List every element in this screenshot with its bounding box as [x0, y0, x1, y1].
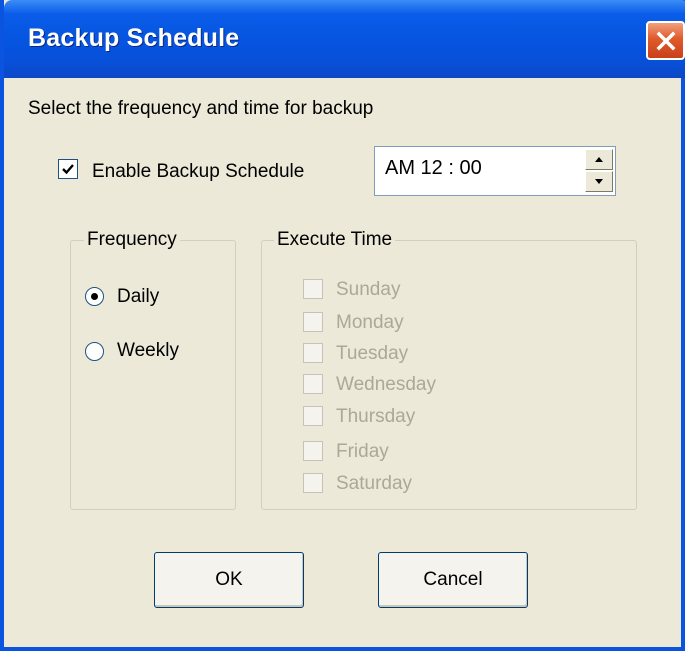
close-icon	[656, 31, 675, 50]
saturday-label: Saturday	[336, 473, 413, 494]
window-title: Backup Schedule	[28, 24, 240, 52]
monday-label: Monday	[336, 312, 404, 333]
wednesday-checkbox[interactable]	[303, 374, 323, 394]
spinner-buttons	[585, 149, 613, 193]
weekly-label[interactable]: Weekly	[117, 340, 179, 362]
thursday-label: Thursday	[336, 406, 416, 427]
radio-selected-dot	[91, 293, 98, 300]
weekly-radio[interactable]	[85, 342, 104, 361]
daily-radio[interactable]	[85, 287, 104, 306]
frequency-group	[70, 240, 236, 510]
monday-checkbox[interactable]	[303, 312, 323, 332]
arrow-up-icon	[595, 157, 603, 162]
tuesday-label: Tuesday	[336, 343, 409, 364]
cancel-button[interactable]: Cancel	[378, 552, 528, 608]
sunday-label: Sunday	[336, 279, 401, 300]
ok-button[interactable]: OK	[154, 552, 304, 608]
time-spinner[interactable]: AM 12 : 00	[374, 146, 616, 196]
title-bar[interactable]: Backup Schedule	[4, 0, 685, 78]
checkmark-icon	[62, 164, 74, 175]
spin-down-button[interactable]	[585, 171, 613, 192]
friday-checkbox[interactable]	[303, 441, 323, 461]
enable-schedule-label[interactable]: Enable Backup Schedule	[92, 161, 304, 183]
backup-schedule-dialog: Backup Schedule Select the frequency and…	[0, 0, 685, 651]
friday-label: Friday	[336, 441, 389, 462]
execute-time-group-title: Execute Time	[274, 229, 396, 251]
arrow-down-icon	[595, 179, 603, 184]
enable-schedule-checkbox[interactable]	[58, 159, 78, 179]
frequency-group-title: Frequency	[84, 229, 180, 251]
saturday-checkbox[interactable]	[303, 473, 323, 493]
sunday-checkbox[interactable]	[303, 279, 323, 299]
tuesday-checkbox[interactable]	[303, 343, 323, 363]
wednesday-label: Wednesday	[336, 374, 436, 395]
time-value[interactable]: AM 12 : 00	[385, 157, 482, 180]
thursday-checkbox[interactable]	[303, 406, 323, 426]
close-button[interactable]	[646, 21, 685, 60]
daily-label[interactable]: Daily	[117, 286, 159, 308]
instruction-text: Select the frequency and time for backup	[28, 98, 374, 119]
spin-up-button[interactable]	[585, 149, 613, 170]
